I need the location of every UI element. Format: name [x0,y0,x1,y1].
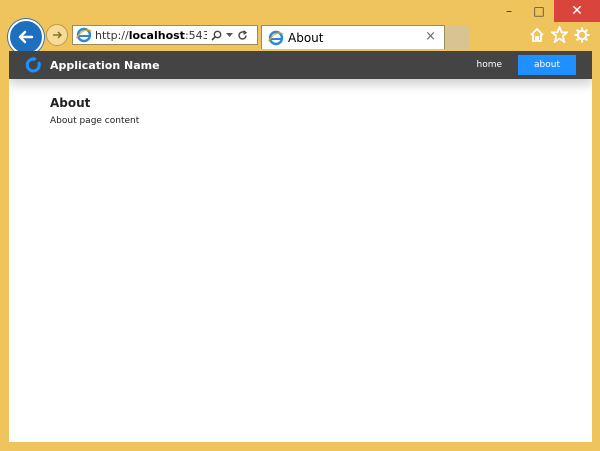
new-tab-button[interactable] [446,25,470,49]
refresh-icon[interactable] [237,29,248,41]
browser-window: – □ ✕ http://localhost:54328/ [0,0,600,451]
close-window-button[interactable]: ✕ [554,0,600,22]
refresh-logo-icon [25,56,41,73]
nav-link-about[interactable]: about [518,55,576,75]
address-bar[interactable]: http://localhost:54328/ [72,25,258,45]
back-button[interactable] [8,19,44,55]
web-page: Application Name home about About About … [9,51,592,442]
page-content: About page content [50,116,140,126]
address-url: http://localhost:54328/ [95,28,207,42]
home-icon[interactable] [529,27,545,43]
back-arrow-icon [18,30,34,44]
app-logo[interactable] [23,54,45,76]
favorites-star-icon[interactable] [551,26,568,43]
nav-link-home[interactable]: home [460,60,518,70]
app-brand[interactable]: Application Name [50,59,160,72]
window-controls: – □ ✕ [494,0,600,22]
nav-links: home about [460,51,576,79]
forward-arrow-icon [53,31,63,39]
dropdown-icon[interactable] [226,32,233,38]
forward-button[interactable] [46,24,68,46]
browser-tools [529,26,590,43]
ie-logo-icon [268,30,284,45]
maximize-button[interactable]: □ [524,0,554,22]
minimize-button[interactable]: – [494,0,524,22]
close-tab-button[interactable]: × [425,29,436,44]
tab-title: About [288,30,324,45]
settings-gear-icon[interactable] [574,27,590,43]
tab-about[interactable]: About × [261,25,445,49]
app-navbar: Application Name home about [9,51,592,79]
page-title: About [50,96,91,110]
ie-logo-icon [76,27,92,43]
search-icon[interactable] [211,30,222,41]
